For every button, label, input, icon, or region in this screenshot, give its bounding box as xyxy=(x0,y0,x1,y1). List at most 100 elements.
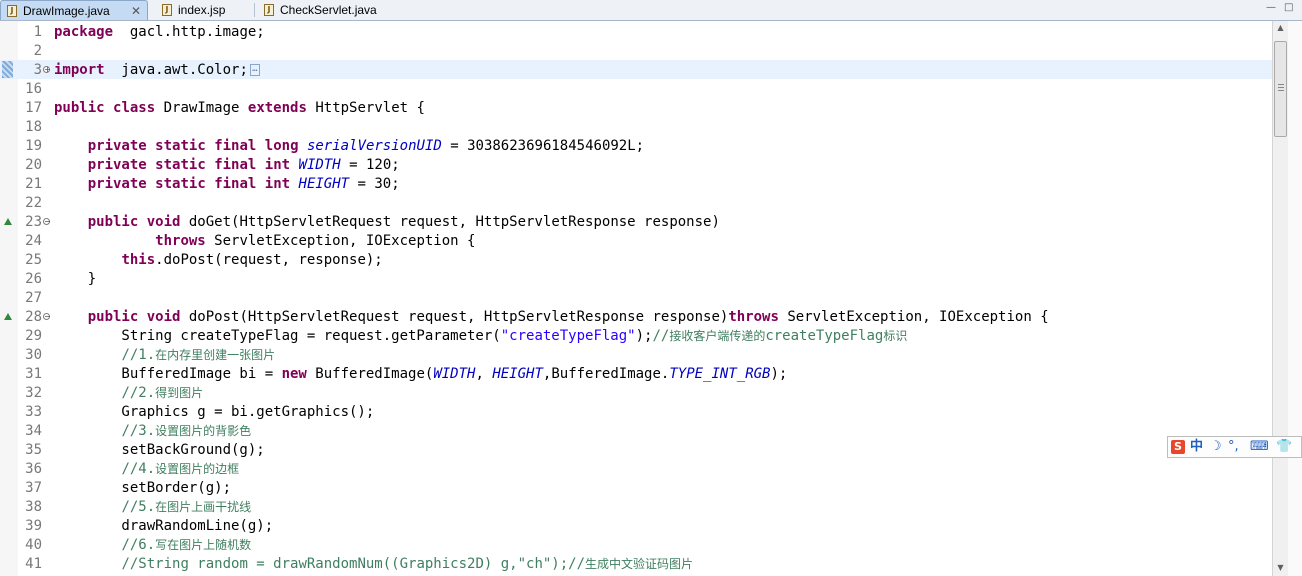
code-token: this xyxy=(121,252,156,268)
scroll-down-icon[interactable]: ▼ xyxy=(1273,561,1288,575)
code-line[interactable]: 27 xyxy=(0,289,1272,308)
code-line[interactable]: 3 + import java.awt.Color;… xyxy=(0,61,1272,80)
code-line[interactable]: 20 private static final int WIDTH = 120; xyxy=(0,156,1272,175)
code-token: 标识 xyxy=(883,329,908,343)
code-token: private xyxy=(87,157,147,173)
code-line[interactable]: 18 xyxy=(0,118,1272,137)
code-line[interactable]: 25 this.doPost(request, response); xyxy=(0,251,1272,270)
code-line[interactable]: 37 setBorder(g); xyxy=(0,479,1272,498)
override-marker-icon xyxy=(4,218,12,225)
line-number: 29 xyxy=(25,328,42,344)
tab-drawimage-java[interactable]: J DrawImage.java ✕ xyxy=(0,0,148,20)
line-number: 40 xyxy=(25,537,42,553)
ime-toolbar[interactable]: S 中 ☽ °, ⌨ 👕 xyxy=(1167,436,1302,458)
code-token: //2. xyxy=(121,385,156,401)
code-token: 在图片上画干扰线 xyxy=(155,500,252,514)
collapse-fold-icon[interactable]: − xyxy=(43,218,51,226)
code-line[interactable]: 39 drawRandomLine(g); xyxy=(0,517,1272,536)
code-token: BufferedImage bi = xyxy=(54,366,282,382)
code-line[interactable]: 41 //String random = drawRandomNum((Grap… xyxy=(0,555,1272,574)
collapsed-code-icon[interactable]: … xyxy=(249,64,260,76)
maximize-icon[interactable]: □ xyxy=(1284,2,1298,13)
code-token: 设置图片的背影色 xyxy=(155,424,252,438)
ime-lang-toggle[interactable]: 中 xyxy=(1190,439,1203,455)
code-line[interactable]: 16 xyxy=(0,80,1272,99)
code-line[interactable]: 29 String createTypeFlag = request.getPa… xyxy=(0,327,1272,346)
code-line[interactable]: 24 throws ServletException, IOException … xyxy=(0,232,1272,251)
close-tab-icon[interactable]: ✕ xyxy=(131,1,141,21)
code-token: WIDTH xyxy=(433,366,476,382)
scrollbar-thumb[interactable] xyxy=(1274,41,1287,137)
code-token: long xyxy=(264,138,299,154)
code-token: HEIGHT xyxy=(492,366,543,382)
collapse-fold-icon[interactable]: − xyxy=(43,313,51,321)
line-number: 19 xyxy=(25,138,42,154)
code-line[interactable]: 22 xyxy=(0,194,1272,213)
code-text: //2.得到图片 xyxy=(54,384,203,403)
code-text: public void doGet(HttpServletRequest req… xyxy=(54,213,720,232)
code-token: setBackGround(g); xyxy=(54,442,265,458)
tab-divider xyxy=(254,3,255,17)
code-line[interactable]: 35 setBackGround(g); xyxy=(0,441,1272,460)
code-text: //5.在图片上画干扰线 xyxy=(54,498,251,517)
code-token: private xyxy=(87,138,147,154)
code-token: } xyxy=(54,271,97,287)
minimize-icon[interactable]: — xyxy=(1266,2,1280,13)
code-token: .doPost(request, response); xyxy=(155,252,383,268)
code-line[interactable]: 31 BufferedImage bi = new BufferedImage(… xyxy=(0,365,1272,384)
code-token: import xyxy=(54,62,105,78)
tab-index-jsp[interactable]: J index.jsp xyxy=(156,0,252,20)
code-line[interactable]: 19 private static final long serialVersi… xyxy=(0,137,1272,156)
moon-icon[interactable]: ☽ xyxy=(1210,439,1222,455)
tab-checkservlet-java[interactable]: J CheckServlet.java xyxy=(258,0,388,20)
keyboard-icon[interactable]: ⌨ xyxy=(1250,439,1269,455)
code-line[interactable]: 32 //2.得到图片 xyxy=(0,384,1272,403)
code-line[interactable]: 28− public void doPost(HttpServletReques… xyxy=(0,308,1272,327)
code-token: final xyxy=(214,176,257,192)
code-token: String createTypeFlag = request.getParam… xyxy=(54,328,501,344)
line-number: 26 xyxy=(25,271,42,287)
code-line[interactable]: 40 //6.写在图片上随机数 xyxy=(0,536,1272,555)
code-line[interactable]: 1 package gacl.http.image; xyxy=(0,23,1272,42)
code-line[interactable]: 36 //4.设置图片的边框 xyxy=(0,460,1272,479)
code-line[interactable]: 34 //3.设置图片的背影色 xyxy=(0,422,1272,441)
code-line[interactable]: 21 private static final int HEIGHT = 30; xyxy=(0,175,1272,194)
code-token: extends xyxy=(247,100,307,116)
tab-label: index.jsp xyxy=(178,3,226,17)
code-token: Graphics g = bi.getGraphics(); xyxy=(54,404,375,420)
code-token: //3. xyxy=(121,423,156,439)
code-line[interactable]: 30 //1.在内存里创建一张图片 xyxy=(0,346,1272,365)
skin-icon[interactable]: 👕 xyxy=(1276,439,1292,455)
code-token: // xyxy=(652,328,670,344)
code-token: , xyxy=(475,366,493,382)
code-editor[interactable]: 1 package gacl.http.image; 2 3 + import java.… xyxy=(0,21,1272,576)
code-line[interactable]: 38 //5.在图片上画干扰线 xyxy=(0,498,1272,517)
code-token: gacl.http.image; xyxy=(113,24,265,40)
code-text: BufferedImage bi = new BufferedImage(WID… xyxy=(54,365,787,384)
code-token: doPost(HttpServletRequest request, HttpS… xyxy=(180,309,729,325)
code-line[interactable]: 23− public void doGet(HttpServletRequest… xyxy=(0,213,1272,232)
code-line[interactable]: 17 public class DrawImage extends HttpSer… xyxy=(0,99,1272,118)
code-token: ServletException, IOException { xyxy=(205,233,476,249)
code-token: //6. xyxy=(121,537,156,553)
scroll-up-icon[interactable]: ▲ xyxy=(1273,21,1288,35)
sogou-logo-icon[interactable]: S xyxy=(1171,440,1185,454)
code-token: 得到图片 xyxy=(155,386,204,400)
punctuation-toggle[interactable]: °, xyxy=(1228,439,1239,455)
code-line[interactable]: 33 Graphics g = bi.getGraphics(); xyxy=(0,403,1272,422)
line-number: 30 xyxy=(25,347,42,363)
line-number: 31 xyxy=(25,366,42,382)
expand-fold-icon[interactable]: + xyxy=(43,66,51,74)
code-line[interactable]: 2 xyxy=(0,42,1272,61)
vertical-scrollbar[interactable]: ▲ ▼ xyxy=(1272,21,1288,576)
code-line[interactable]: 26 } xyxy=(0,270,1272,289)
